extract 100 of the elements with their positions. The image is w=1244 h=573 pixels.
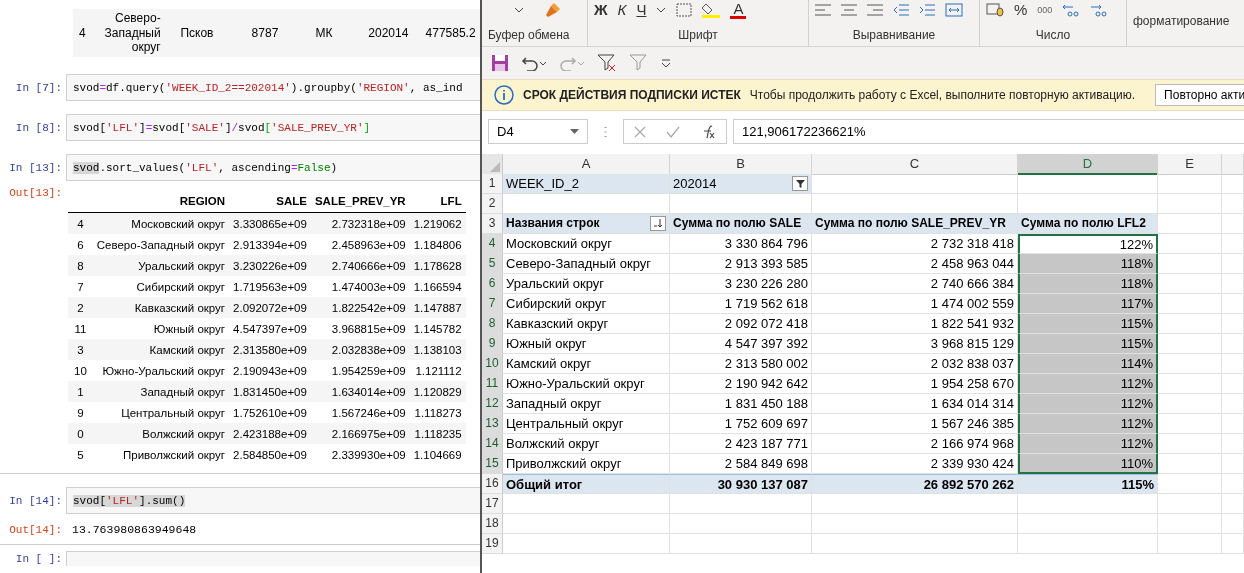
row-label[interactable]: Сибирский округ [503,294,670,314]
save-icon[interactable] [491,54,509,72]
column-title[interactable]: Сумма по полю SALE [670,214,812,234]
table-cell[interactable]: 114% [1018,354,1158,374]
empty-cell[interactable] [1222,454,1244,474]
select-all-icon[interactable] [490,162,500,172]
empty-cell[interactable] [1222,534,1244,554]
row-header[interactable]: 15 [482,454,503,474]
table-cell[interactable]: 2 913 393 585 [670,254,812,274]
pivot-filter-label[interactable]: WEEK_ID_2 [503,174,670,194]
empty-cell[interactable] [1222,214,1244,234]
table-cell[interactable]: 3 230 226 280 [670,274,812,294]
table-cell[interactable]: 112% [1018,374,1158,394]
row-header[interactable]: 1 [482,174,503,194]
table-cell[interactable]: 2 458 963 044 [812,254,1018,274]
table-cell[interactable]: 115% [1018,314,1158,334]
table-cell[interactable]: 1 831 450 188 [670,394,812,414]
table-cell[interactable]: 2 032 838 037 [812,354,1018,374]
empty-cell[interactable] [1018,534,1158,554]
pivot-filter-cell[interactable]: 202014 [670,174,812,194]
row-labels-header-cell[interactable]: Названия строк [503,214,670,234]
caret-icon[interactable] [514,7,524,13]
table-cell[interactable]: 115% [1018,334,1158,354]
empty-cell[interactable] [1222,514,1244,534]
row-label[interactable]: Волжский округ [503,434,670,454]
table-cell[interactable]: 118% [1018,254,1158,274]
table-cell[interactable]: 2 740 666 384 [812,274,1018,294]
table-cell[interactable]: 1 954 258 670 [812,374,1018,394]
row-header[interactable]: 14 [482,434,503,454]
caret-icon[interactable] [656,7,667,13]
indent-icon[interactable] [893,4,909,16]
row-header[interactable]: 13 [482,414,503,434]
empty-cell[interactable] [1222,194,1244,214]
empty-cell[interactable] [1158,194,1222,214]
empty-cell[interactable] [1158,534,1222,554]
empty-cell[interactable] [1222,314,1244,334]
empty-cell[interactable] [812,534,1018,554]
column-header[interactable] [1222,154,1244,175]
table-cell[interactable]: 117% [1018,294,1158,314]
customize-icon[interactable] [661,59,671,67]
decimal-icon[interactable] [1062,3,1081,17]
align-icon[interactable] [841,4,857,16]
row-header[interactable]: 11 [482,374,503,394]
table-cell[interactable]: 2 423 187 771 [670,434,812,454]
row-header[interactable]: 18 [482,514,503,534]
row-label[interactable]: Кавказский округ [503,314,670,334]
empty-cell[interactable] [1018,174,1158,194]
code-cell[interactable] [66,551,480,566]
empty-cell[interactable] [1222,334,1244,354]
empty-cell[interactable] [1222,434,1244,454]
table-cell[interactable]: 3 330 864 796 [670,234,812,254]
code-cell[interactable]: svod['LFL'].sum() [66,487,480,514]
column-header[interactable]: B [670,154,812,175]
row-header[interactable]: 2 [482,194,503,214]
number-format-button[interactable]: % [1014,2,1028,18]
align-icon[interactable] [867,4,883,16]
table-cell[interactable]: 2 166 974 968 [812,434,1018,454]
table-cell[interactable]: 2 092 072 418 [670,314,812,334]
indent-icon[interactable] [919,4,935,16]
font-color-button[interactable]: А [730,1,747,19]
table-cell[interactable]: 3 968 815 129 [812,334,1018,354]
empty-cell[interactable] [1158,494,1222,514]
empty-cell[interactable] [1222,354,1244,374]
code-cell[interactable]: svod.sort_values('LFL', ascending=False) [66,154,480,181]
border-icon[interactable] [676,3,693,17]
empty-cell[interactable] [670,534,812,554]
number-format-button[interactable]: 000 [1037,2,1053,18]
redo-icon[interactable] [559,55,585,71]
row-label[interactable]: Центральный округ [503,414,670,434]
row-header[interactable]: 5 [482,254,503,274]
empty-cell[interactable] [670,494,812,514]
align-icon[interactable] [815,4,831,16]
row-label[interactable]: Общий итог [503,474,670,494]
empty-cell[interactable] [812,494,1018,514]
sort-dropdown-icon[interactable] [650,216,666,231]
filter-icon[interactable] [792,176,808,191]
name-box[interactable]: D4 [488,119,588,144]
font-style-button[interactable]: Ч [636,2,647,18]
row-header[interactable]: 8 [482,314,503,334]
column-header[interactable]: D [1018,154,1158,175]
empty-cell[interactable] [1222,254,1244,274]
empty-cell[interactable] [1158,514,1222,534]
empty-cell[interactable] [670,514,812,534]
empty-cell[interactable] [1222,394,1244,414]
check-icon[interactable] [666,125,680,138]
empty-cell[interactable] [1222,494,1244,514]
undo-icon[interactable] [521,55,547,71]
row-label[interactable]: Южный округ [503,334,670,354]
row-header[interactable]: 9 [482,334,503,354]
fill-bucket-icon[interactable] [702,2,721,18]
row-header[interactable]: 10 [482,354,503,374]
table-cell[interactable]: 115% [1018,474,1158,494]
font-style-button[interactable]: Ж [594,2,608,18]
empty-cell[interactable] [1222,474,1244,494]
row-label[interactable]: Камский округ [503,354,670,374]
table-cell[interactable]: 2 313 580 002 [670,354,812,374]
empty-cell[interactable] [1158,174,1222,194]
table-cell[interactable]: 112% [1018,394,1158,414]
row-label[interactable]: Южно-Уральский округ [503,374,670,394]
table-cell[interactable]: 1 567 246 385 [812,414,1018,434]
